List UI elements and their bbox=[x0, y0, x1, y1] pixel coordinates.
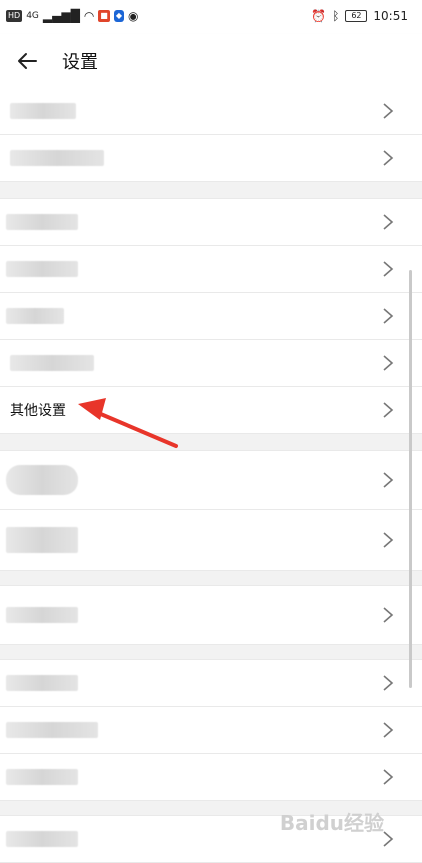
battery-indicator: 62 bbox=[345, 10, 368, 22]
chevron-right-icon bbox=[383, 103, 394, 119]
settings-row-1[interactable] bbox=[0, 88, 422, 135]
settings-row-10[interactable] bbox=[0, 586, 422, 645]
wifi-icon: ◠ bbox=[83, 9, 95, 23]
section-separator bbox=[0, 434, 422, 451]
chevron-right-icon bbox=[383, 607, 394, 623]
alarm-icon: ⏰ bbox=[311, 9, 327, 23]
clock: 10:51 bbox=[373, 9, 408, 23]
redacted-label bbox=[10, 103, 76, 119]
hd-badge: HD bbox=[6, 10, 23, 22]
redacted-label bbox=[6, 769, 78, 785]
status-left: HD 4G ▂▄▆█ ◠ ■ ◆ ◉ bbox=[6, 9, 139, 23]
chevron-right-icon bbox=[383, 261, 394, 277]
app-notification-icon: ■ bbox=[98, 10, 110, 22]
redacted-label bbox=[6, 527, 78, 553]
bluetooth-icon: ᛒ bbox=[332, 9, 340, 23]
chevron-right-icon bbox=[383, 722, 394, 738]
notification-icon: ◉ bbox=[128, 9, 139, 23]
redacted-label bbox=[6, 465, 78, 495]
redacted-label bbox=[10, 150, 104, 166]
app-header: 设置 bbox=[0, 34, 422, 88]
back-arrow-icon[interactable] bbox=[14, 48, 40, 74]
page-title: 设置 bbox=[62, 52, 98, 73]
settings-row-2[interactable] bbox=[0, 135, 422, 182]
redacted-label bbox=[6, 308, 64, 324]
settings-row-5[interactable] bbox=[0, 293, 422, 340]
chevron-right-icon bbox=[383, 769, 394, 785]
chevron-right-icon bbox=[383, 150, 394, 166]
settings-row-11[interactable] bbox=[0, 660, 422, 707]
scrollbar[interactable] bbox=[409, 270, 412, 688]
redacted-label bbox=[6, 261, 78, 277]
redacted-label bbox=[6, 722, 98, 738]
settings-row-other[interactable]: 其他设置 bbox=[0, 387, 422, 434]
settings-row-4[interactable] bbox=[0, 246, 422, 293]
settings-row-12[interactable] bbox=[0, 707, 422, 754]
redacted-label bbox=[6, 214, 78, 230]
watermark: Baidu经验 bbox=[279, 811, 384, 835]
other-settings-label: 其他设置 bbox=[10, 403, 66, 419]
chevron-right-icon bbox=[383, 402, 394, 418]
settings-row-3[interactable] bbox=[0, 199, 422, 246]
settings-row-8[interactable] bbox=[0, 451, 422, 510]
redacted-label bbox=[6, 675, 78, 691]
chevron-right-icon bbox=[383, 472, 394, 488]
settings-list: 其他设置 bbox=[0, 88, 422, 863]
section-separator bbox=[0, 645, 422, 660]
settings-row-6[interactable] bbox=[0, 340, 422, 387]
section-separator bbox=[0, 571, 422, 586]
shield-icon: ◆ bbox=[113, 10, 125, 22]
settings-row-13[interactable] bbox=[0, 754, 422, 801]
chevron-right-icon bbox=[383, 214, 394, 230]
status-right: ⏰ ᛒ 62 10:51 bbox=[311, 9, 408, 23]
chevron-right-icon bbox=[383, 675, 394, 691]
redacted-label bbox=[10, 355, 94, 371]
chevron-right-icon bbox=[383, 532, 394, 548]
status-bar: HD 4G ▂▄▆█ ◠ ■ ◆ ◉ ⏰ ᛒ 62 10:51 bbox=[0, 0, 422, 34]
chevron-right-icon bbox=[383, 355, 394, 371]
chevron-right-icon bbox=[383, 308, 394, 324]
settings-row-9[interactable] bbox=[0, 510, 422, 571]
section-separator bbox=[0, 182, 422, 199]
redacted-label bbox=[6, 607, 78, 623]
signal-label: 4G bbox=[26, 11, 39, 21]
signal-icon: ▂▄▆█ bbox=[42, 9, 80, 23]
redacted-label bbox=[6, 831, 78, 847]
